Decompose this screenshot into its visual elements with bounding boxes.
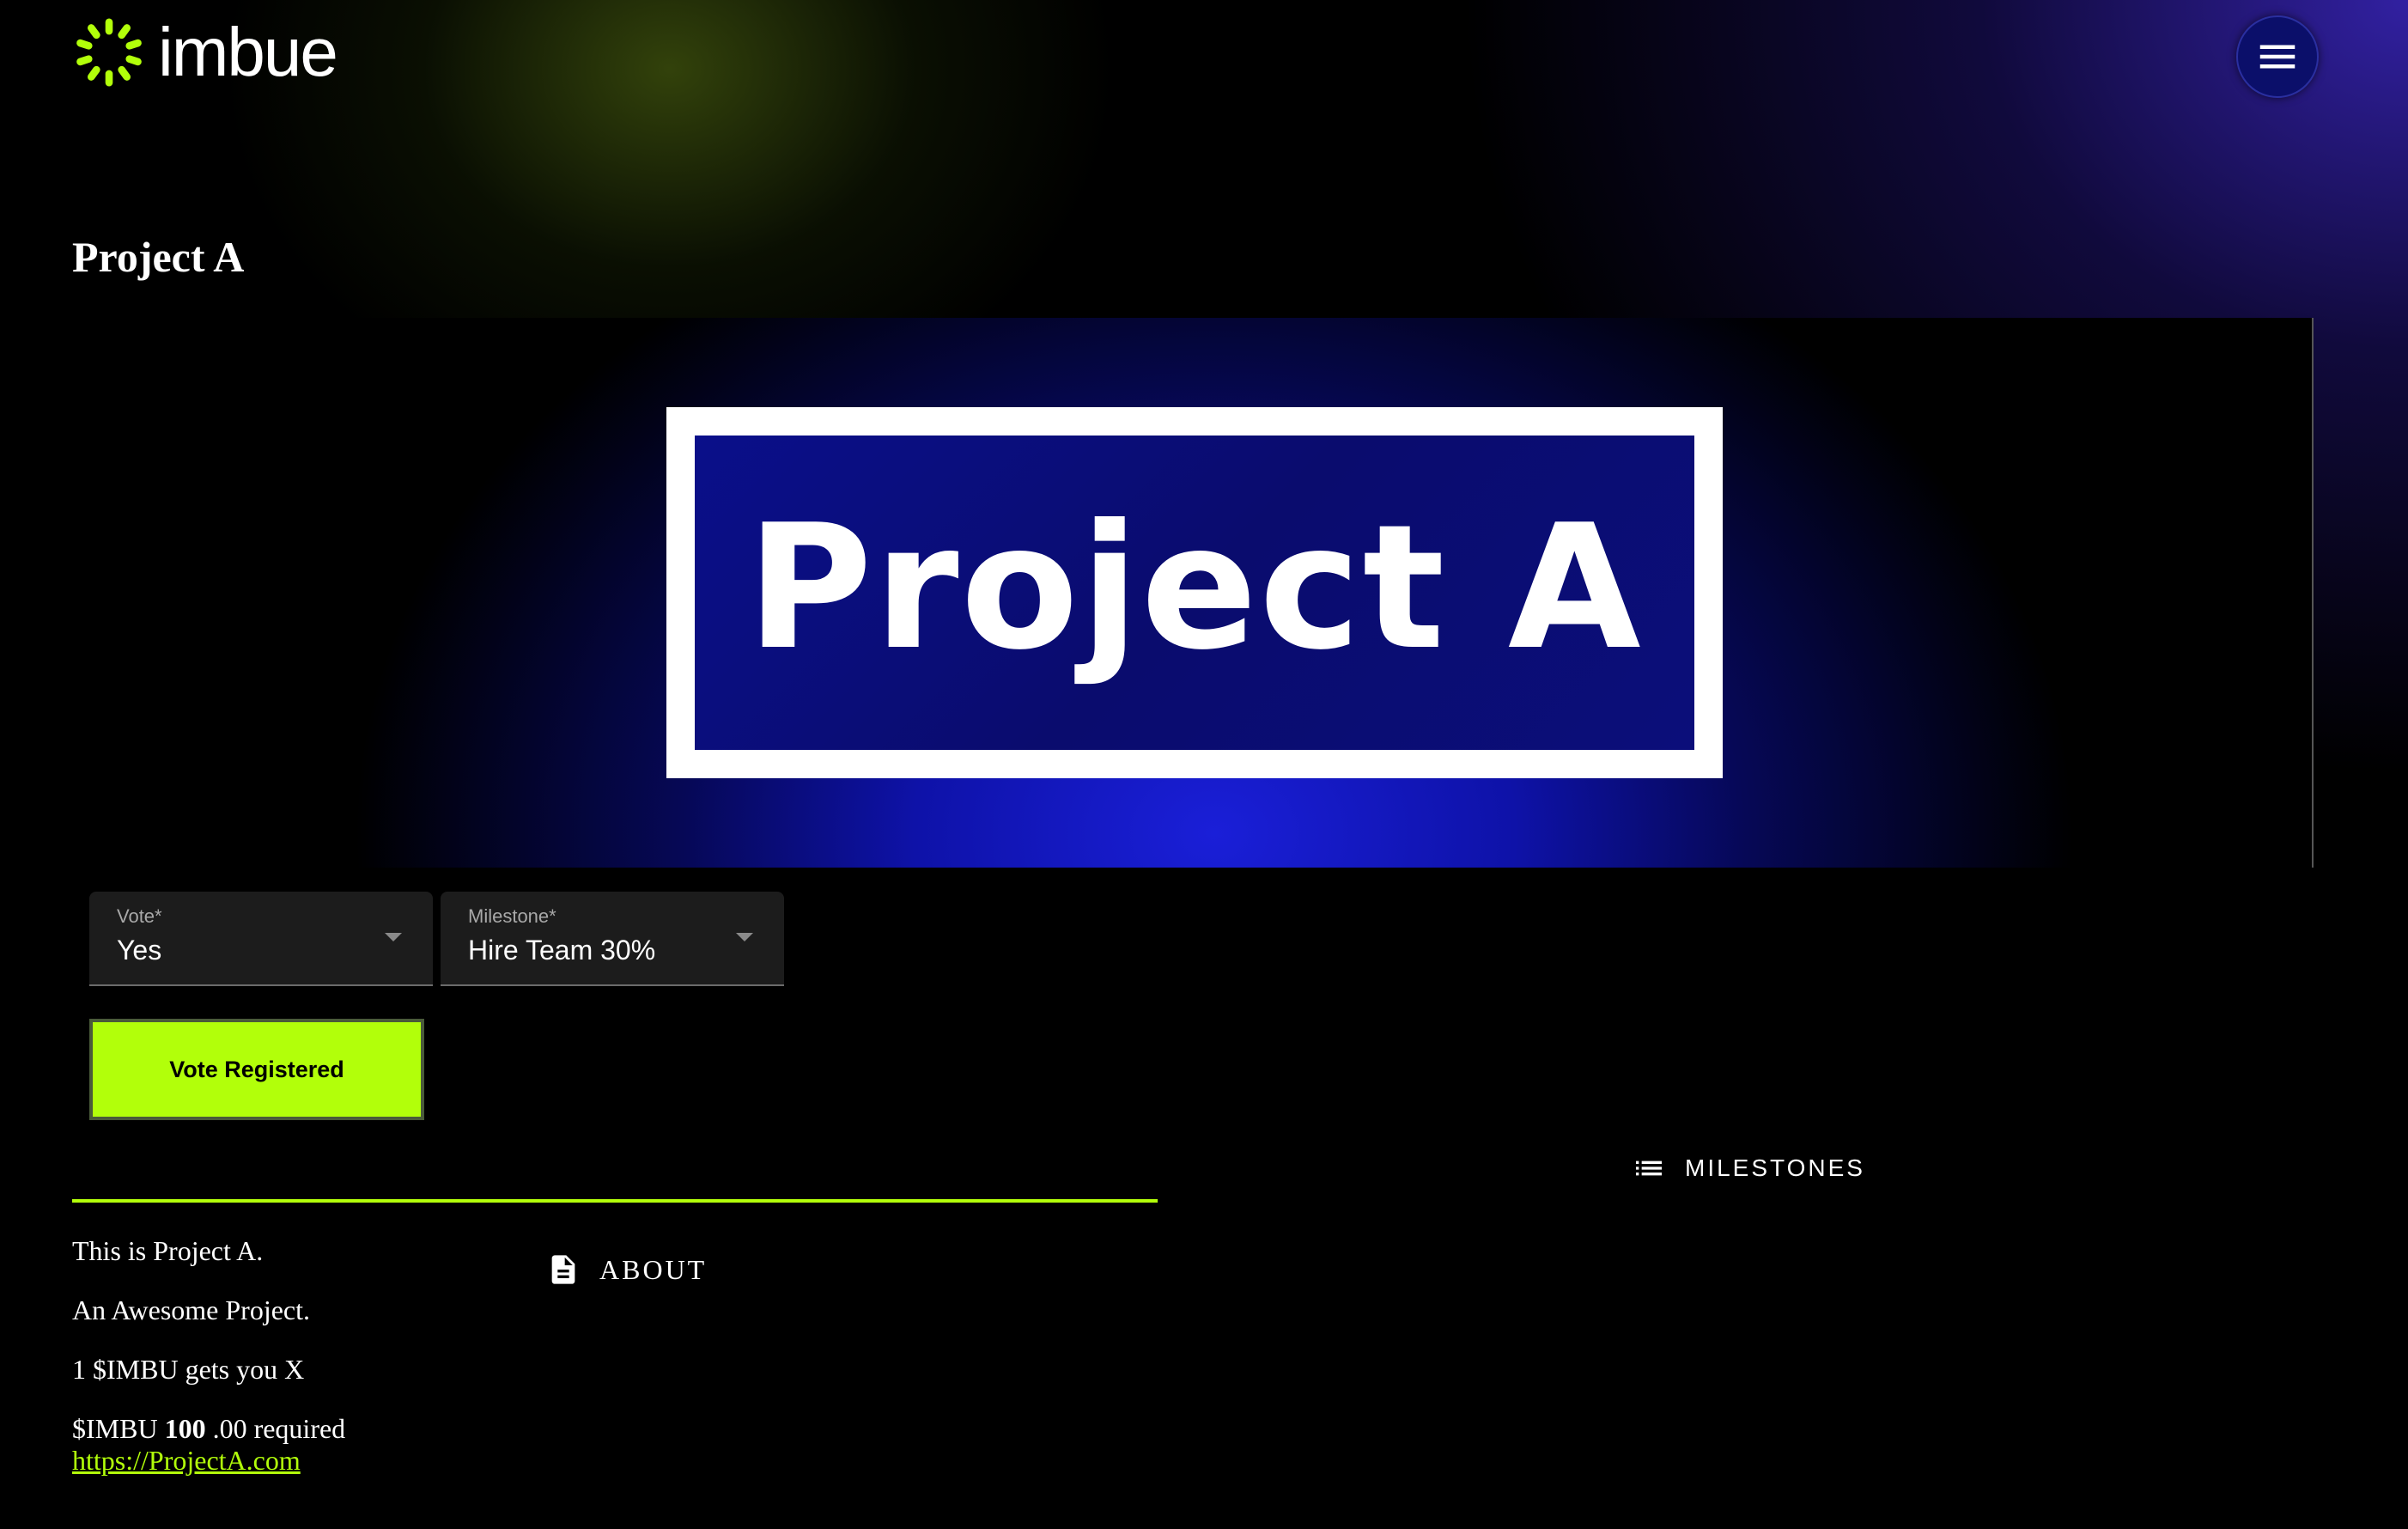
milestone-select-label: Milestone* (468, 905, 556, 927)
tab-milestones[interactable]: MILESTONES (1632, 1134, 1865, 1203)
logo[interactable]: imbue (72, 14, 338, 90)
dropdown-arrow-icon (385, 933, 402, 941)
tab-about[interactable]: ABOUT (546, 1235, 707, 1304)
required-amount-line: $IMBU 100 .00 required (72, 1413, 345, 1445)
active-tab-indicator (72, 1199, 1158, 1203)
document-icon (551, 1255, 575, 1284)
milestone-select[interactable]: Milestone* Hire Team 30% (441, 892, 784, 986)
required-suffix: .00 required (212, 1413, 346, 1444)
vote-registered-button[interactable]: Vote Registered (89, 1019, 424, 1120)
tab-milestones-label: MILESTONES (1685, 1154, 1865, 1181)
page-title: Project A (72, 233, 245, 281)
banner-frame: Project A (666, 407, 1723, 778)
required-amount: 100 (164, 1413, 206, 1444)
banner-text: Project A (746, 488, 1643, 688)
required-prefix: $IMBU (72, 1413, 158, 1444)
about-line-2: An Awesome Project. (72, 1294, 311, 1325)
list-icon (1636, 1160, 1662, 1176)
dropdown-arrow-icon (736, 933, 753, 941)
milestone-select-value: Hire Team 30% (468, 935, 656, 966)
project-page: imbue Project A Project A Vote* Yes Mile… (0, 0, 2408, 1529)
tab-about-label: ABOUT (599, 1253, 708, 1285)
about-line-3: 1 $IMBU gets you X (72, 1354, 305, 1385)
vote-select-label: Vote* (117, 905, 162, 927)
vote-select-value: Yes (117, 935, 162, 966)
logo-text: imbue (158, 14, 338, 90)
vote-select[interactable]: Vote* Yes (89, 892, 433, 986)
project-banner: Project A (72, 318, 2314, 868)
about-line-1: This is Project A. (72, 1235, 264, 1266)
hamburger-menu-icon (2259, 45, 2296, 69)
project-link[interactable]: https://ProjectA.com (72, 1445, 301, 1477)
imbue-sunburst-icon (76, 18, 142, 87)
menu-button[interactable] (2236, 15, 2319, 98)
